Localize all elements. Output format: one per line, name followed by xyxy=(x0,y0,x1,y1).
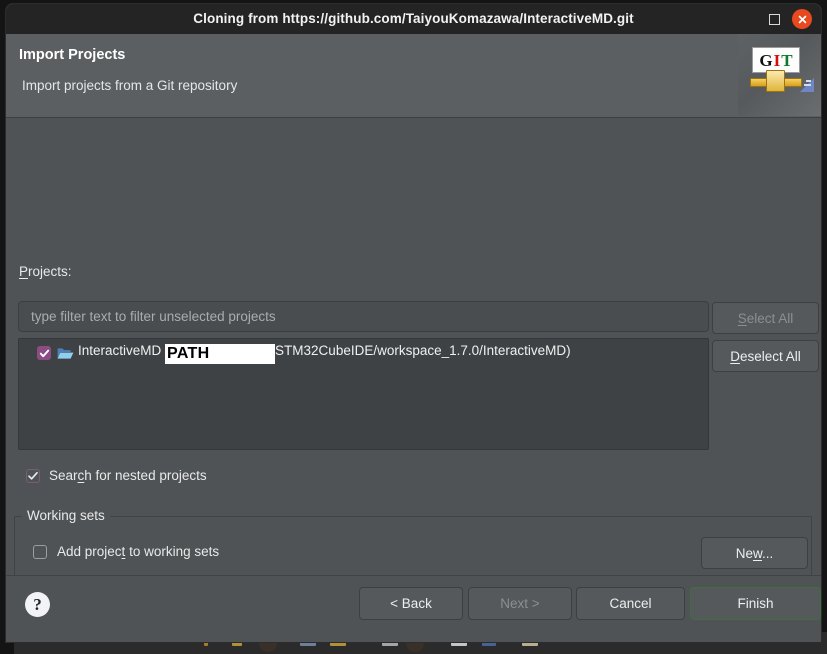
folder-icon xyxy=(57,346,74,360)
project-filter-input[interactable] xyxy=(18,301,709,332)
redacted-path: PATH xyxy=(165,343,276,364)
window-title: Cloning from https://github.com/TaiyouKo… xyxy=(193,11,634,26)
projects-list[interactable]: InteractiveMD PATH STM32CubeIDE/workspace… xyxy=(18,338,709,450)
dialog-body: Projects: InteractiveMD PATHSTM32CubeIDE… xyxy=(6,118,821,622)
search-nested-label-pre: Sear xyxy=(49,468,78,483)
select-all-label: elect All xyxy=(746,310,794,326)
dialog-header: Import Projects Import projects from a G… xyxy=(6,34,821,118)
page-subtitle: Import projects from a Git repository xyxy=(22,78,238,93)
working-sets-legend: Working sets xyxy=(22,508,110,523)
git-logo-icon: GIT xyxy=(738,34,821,116)
select-all-mnemonic: S xyxy=(737,310,747,326)
window-title-bar: Cloning from https://github.com/TaiyouKo… xyxy=(6,4,821,34)
deselect-all-label: eselect All xyxy=(739,348,801,364)
project-checkbox[interactable] xyxy=(37,346,51,360)
new-button-post: ... xyxy=(762,545,774,561)
projects-label-mnemonic: P xyxy=(19,264,29,279)
add-project-label-post: to working sets xyxy=(125,544,220,559)
deselect-all-button[interactable]: Deselect All xyxy=(712,340,819,372)
project-path-tail: STM32CubeIDE/workspace_1.7.0/Interactive… xyxy=(275,342,571,358)
import-projects-dialog: Cloning from https://github.com/TaiyouKo… xyxy=(6,4,821,642)
dialog-footer: ? < Back Next > Cancel Finish xyxy=(6,575,821,642)
git-connector-icon xyxy=(766,70,785,92)
list-item-label: InteractiveMD PATH STM32CubeIDE/workspace… xyxy=(78,343,571,364)
finish-button[interactable]: Finish xyxy=(690,587,821,620)
deselect-all-mnemonic: D xyxy=(730,348,740,364)
add-project-label: Add project to working sets xyxy=(57,544,219,559)
select-all-button[interactable]: Select All xyxy=(712,302,819,334)
git-ruler-mark xyxy=(806,80,811,82)
close-icon[interactable] xyxy=(792,9,812,29)
new-working-set-button[interactable]: New... xyxy=(701,537,808,569)
next-button[interactable]: Next > xyxy=(468,587,572,620)
projects-label-rest: rojects: xyxy=(28,264,72,279)
add-project-label-pre: Add projec xyxy=(57,544,122,559)
new-button-pre: Ne xyxy=(735,545,753,561)
search-nested-projects-row[interactable]: Search for nested projects xyxy=(26,468,207,483)
project-name: InteractiveMD xyxy=(78,342,162,358)
page-title: Import Projects xyxy=(19,47,126,63)
git-letter-g: G xyxy=(759,50,773,70)
cancel-button[interactable]: Cancel xyxy=(576,587,685,620)
maximize-icon[interactable] xyxy=(769,13,780,25)
search-nested-checkbox[interactable] xyxy=(26,468,40,483)
search-nested-label: Search for nested projects xyxy=(49,468,207,483)
add-project-checkbox[interactable] xyxy=(33,544,47,559)
git-letter-i: I xyxy=(773,50,781,70)
help-icon[interactable]: ? xyxy=(25,592,50,617)
list-item[interactable]: InteractiveMD PATH STM32CubeIDE/workspace… xyxy=(19,341,708,365)
git-letter-t: T xyxy=(781,50,793,70)
git-ruler-mark xyxy=(804,84,811,86)
new-button-mnemonic: w xyxy=(752,545,762,561)
search-nested-label-post: h for nested projects xyxy=(84,468,207,483)
projects-label: Projects: xyxy=(19,264,72,279)
back-button[interactable]: < Back xyxy=(359,587,463,620)
window-controls xyxy=(769,4,812,34)
add-project-to-working-sets-row[interactable]: Add project to working sets xyxy=(33,544,219,559)
